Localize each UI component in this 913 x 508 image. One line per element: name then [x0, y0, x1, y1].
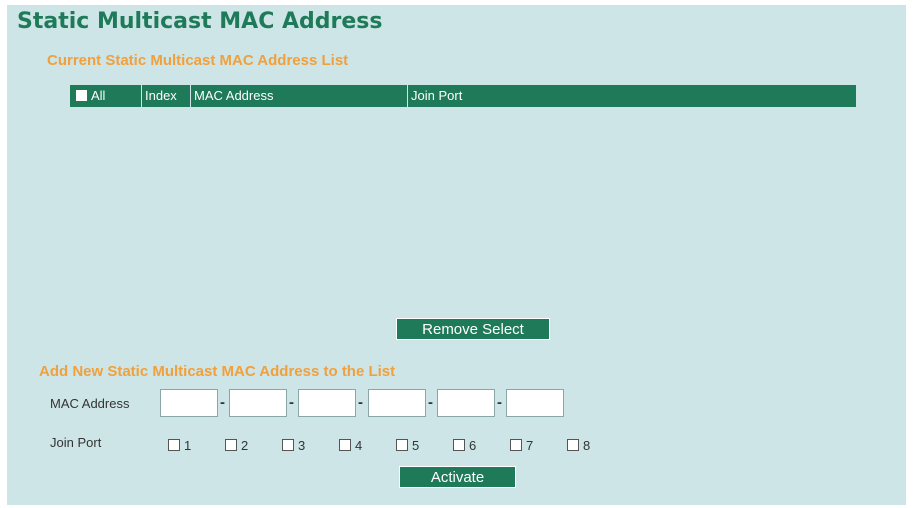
mac-separator: - — [289, 394, 294, 411]
mac-octet-1-input[interactable] — [160, 389, 218, 417]
table-header: All Index MAC Address Join Port — [70, 85, 856, 107]
remove-select-button[interactable]: Remove Select — [396, 318, 550, 340]
port-8-label: 8 — [583, 438, 591, 453]
mac-separator: - — [428, 394, 433, 411]
add-section-title: Add New Static Multicast MAC Address to … — [39, 363, 396, 380]
mac-separator: - — [220, 394, 225, 411]
mac-octet-2-input[interactable] — [229, 389, 287, 417]
mac-octet-3-input[interactable] — [298, 389, 356, 417]
port-2-label: 2 — [241, 438, 249, 453]
port-8-checkbox[interactable] — [567, 439, 579, 451]
select-all-label: All — [91, 88, 106, 103]
mac-octet-6-input[interactable] — [506, 389, 564, 417]
mac-octet-4-input[interactable] — [368, 389, 426, 417]
port-4-checkbox[interactable] — [339, 439, 351, 451]
column-header-mac-address: MAC Address — [190, 85, 407, 107]
port-3-option[interactable]: 3 — [282, 438, 305, 453]
activate-button[interactable]: Activate — [399, 466, 516, 488]
port-5-option[interactable]: 5 — [396, 438, 419, 453]
port-6-option[interactable]: 6 — [453, 438, 476, 453]
column-header-join-port: Join Port — [407, 85, 856, 107]
mac-address-label: MAC Address — [50, 396, 130, 411]
column-header-index: Index — [141, 85, 190, 107]
port-5-checkbox[interactable] — [396, 439, 408, 451]
mac-separator: - — [497, 394, 502, 411]
mac-octet-5-input[interactable] — [437, 389, 495, 417]
port-1-option[interactable]: 1 — [168, 438, 191, 453]
port-3-checkbox[interactable] — [282, 439, 294, 451]
port-6-checkbox[interactable] — [453, 439, 465, 451]
port-8-option[interactable]: 8 — [567, 438, 590, 453]
content-panel: Static Multicast MAC Address Current Sta… — [7, 5, 906, 505]
port-3-label: 3 — [298, 438, 306, 453]
port-1-label: 1 — [184, 438, 192, 453]
port-7-option[interactable]: 7 — [510, 438, 533, 453]
list-section-title: Current Static Multicast MAC Address Lis… — [47, 52, 349, 69]
port-7-label: 7 — [526, 438, 534, 453]
port-2-option[interactable]: 2 — [225, 438, 248, 453]
port-4-label: 4 — [355, 438, 363, 453]
select-all-checkbox[interactable] — [76, 90, 87, 101]
port-2-checkbox[interactable] — [225, 439, 237, 451]
port-1-checkbox[interactable] — [168, 439, 180, 451]
select-all-column[interactable]: All — [70, 85, 141, 107]
mac-separator: - — [358, 394, 363, 411]
port-6-label: 6 — [469, 438, 477, 453]
port-7-checkbox[interactable] — [510, 439, 522, 451]
port-4-option[interactable]: 4 — [339, 438, 362, 453]
join-port-label: Join Port — [50, 435, 102, 450]
port-5-label: 5 — [412, 438, 420, 453]
page-title: Static Multicast MAC Address — [17, 9, 383, 34]
